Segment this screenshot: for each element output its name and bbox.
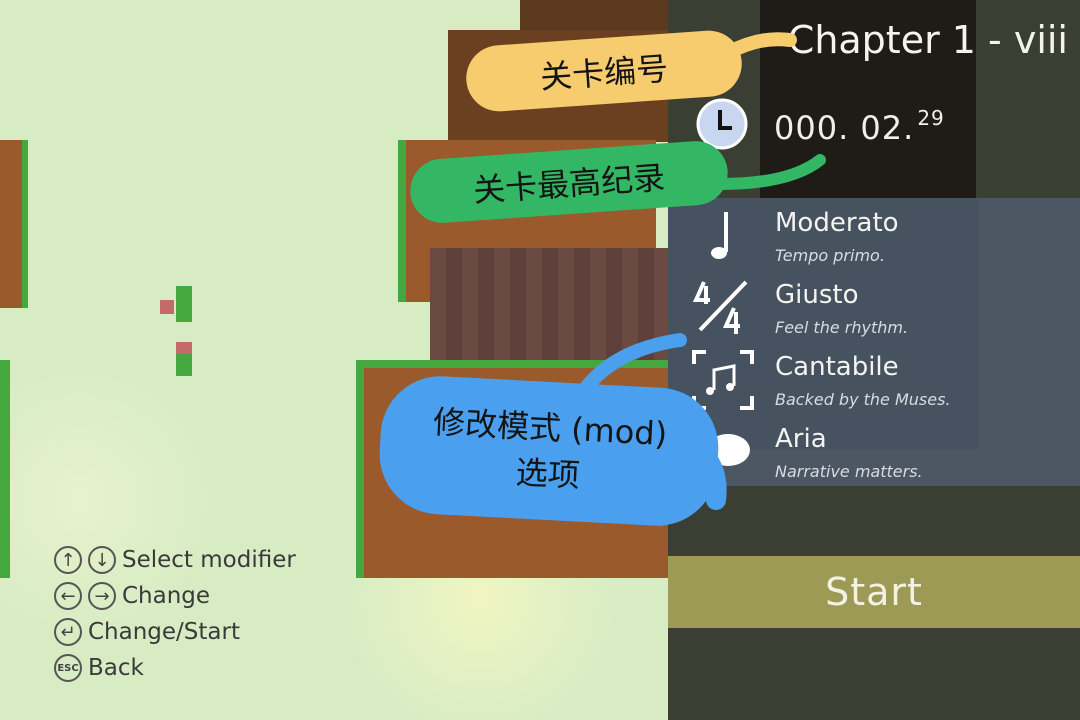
help-select-modifier: ↑ ↓ Select modifier [54,544,296,576]
modifier-giusto[interactable]: Giusto Feel the rhythm. [690,276,1070,342]
modifier-description: Backed by the Muses. [775,390,951,409]
modifier-description: Narrative matters. [775,462,923,481]
help-back-label: Back [88,655,144,681]
modifier-description: Tempo primo. [775,246,885,265]
help-change-start: ↵ Change/Start [54,616,240,648]
modifier-description: Feel the rhythm. [775,318,909,337]
help-select-label: Select modifier [122,547,296,573]
time-signature-icon [692,280,748,334]
esc-key-icon: ESC [54,654,82,682]
sprout [160,300,174,314]
sprout [176,286,192,322]
dirt-block [0,140,28,308]
modifier-aria[interactable]: Aria Narrative matters. [690,420,1070,486]
modifier-name: Cantabile [775,352,899,382]
grass-strip [0,360,10,578]
quarter-note-icon [711,212,728,259]
help-change: ← → Change [54,580,210,612]
start-label: Start [825,570,923,614]
help-change-start-label: Change/Start [88,619,240,645]
up-arrow-icon: ↑ [54,546,82,574]
best-time-main: 000. 02. [774,109,915,147]
annotation-mod-line1: 修改模式 (mod) [432,402,669,453]
music-frame-icon [692,350,754,410]
chapter-title: Chapter 1 - viii [787,18,1068,62]
best-time: 000. 02. 29 [774,106,945,147]
modifier-name: Aria [775,424,827,454]
modifier-name: Moderato [775,208,899,238]
left-arrow-icon: ← [54,582,82,610]
start-button[interactable]: Start [668,556,1080,628]
modifier-name: Giusto [775,280,859,310]
modifier-cantabile[interactable]: Cantabile Backed by the Muses. [690,348,1070,414]
help-change-label: Change [122,583,211,609]
enter-key-icon: ↵ [54,618,82,646]
help-back: ESC Back [54,652,144,684]
best-time-fraction: 29 [917,106,945,130]
right-arrow-icon: → [88,582,116,610]
sprout [176,342,192,354]
annotation-mod-line2: 选项 [514,453,581,495]
rock-cluster [430,248,668,364]
modifier-moderato[interactable]: Moderato Tempo primo. [690,204,1070,270]
down-arrow-icon: ↓ [88,546,116,574]
annotation-mod-options: 修改模式 (mod) 选项 [376,373,722,529]
